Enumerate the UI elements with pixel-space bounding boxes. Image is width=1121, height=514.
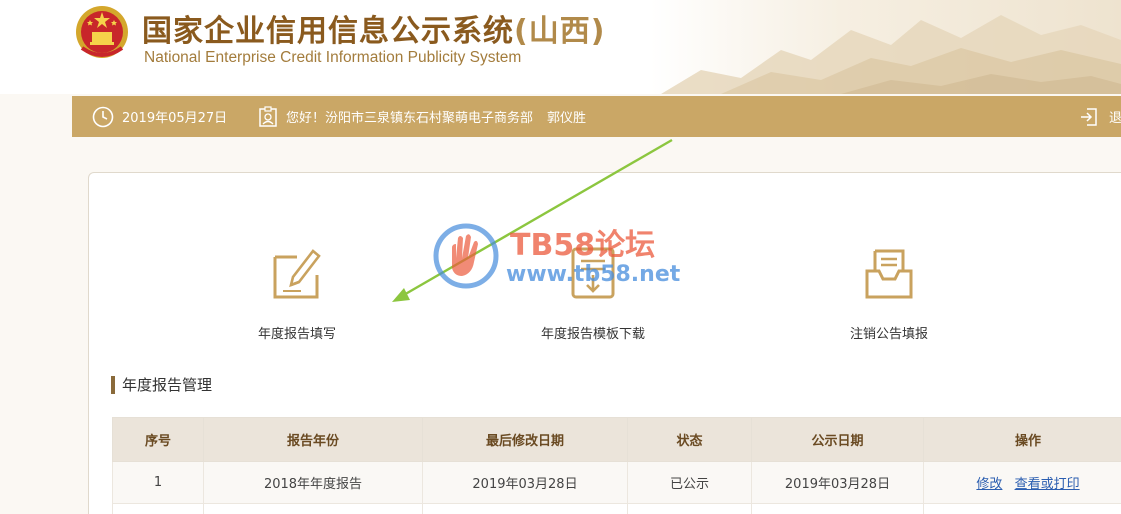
edit-document-icon [273, 249, 321, 299]
row-status: 已公示 [627, 461, 752, 504]
template-download-icon [571, 247, 615, 299]
row-publish-date: 2019年03月28日 [751, 461, 924, 504]
column-header-operation: 操作 [923, 417, 1121, 462]
row-last-modified: 2019年03月28日 [422, 461, 628, 504]
current-date: 2019年05月27日 [92, 96, 227, 137]
edit-report-link[interactable]: 修改 [976, 477, 1002, 492]
user-name: 郭仪胜 [547, 111, 587, 126]
user-greeting: 您好！汾阳市三泉镇东石村聚萌电子商务部 郭仪胜 [258, 96, 586, 137]
column-header-status: 状态 [627, 417, 752, 462]
table-header-row: 序号 报告年份 最后修改日期 状态 公示日期 操作 [112, 417, 1121, 462]
annual-report-fill-button[interactable]: 年度报告填写 [197, 245, 397, 342]
column-header-publish-date: 公示日期 [751, 417, 924, 462]
clock-icon [92, 106, 114, 127]
table-row [112, 503, 1121, 514]
row-operations: 修改 查看或打印 [923, 461, 1121, 504]
site-title: 国家企业信用信息公示系统(山西) [142, 14, 606, 49]
logout-button[interactable]: 退 [1079, 96, 1121, 137]
annual-report-table: 序号 报告年份 最后修改日期 状态 公示日期 操作 1 2018年年度报告 20… [112, 417, 1121, 514]
mountain-landscape-decoration [661, 15, 1121, 94]
row-report-year: 2018年年度报告 [203, 461, 423, 504]
report-template-download-button[interactable]: 年度报告模板下载 [493, 245, 693, 342]
site-subtitle: National Enterprise Credit Information P… [144, 49, 522, 66]
inbox-tray-icon [865, 249, 913, 299]
site-header: 国家企业信用信息公示系统(山西) National Enterprise Cre… [0, 0, 1121, 94]
column-header-report-year: 报告年份 [203, 417, 423, 462]
user-card-icon [259, 105, 277, 127]
column-header-last-modified: 最后修改日期 [422, 417, 628, 462]
annual-report-management-heading: 年度报告管理 [111, 376, 212, 394]
main-panel: 年度报告填写 年度报告模板下载 注销公告填报 年度报告管理 序号 报告年份 最后… [88, 172, 1121, 514]
column-header-index: 序号 [112, 417, 204, 462]
logout-icon [1081, 107, 1097, 126]
cancellation-notice-fill-button[interactable]: 注销公告填报 [789, 245, 989, 342]
table-row: 1 2018年年度报告 2019年03月28日 已公示 2019年03月28日 … [112, 461, 1121, 504]
row-index: 1 [112, 461, 204, 504]
view-or-print-link[interactable]: 查看或打印 [1015, 477, 1080, 492]
national-emblem-icon [76, 6, 128, 58]
user-info-bar: 2019年05月27日 您好！汾阳市三泉镇东石村聚萌电子商务部 郭仪胜 退 [72, 96, 1121, 137]
